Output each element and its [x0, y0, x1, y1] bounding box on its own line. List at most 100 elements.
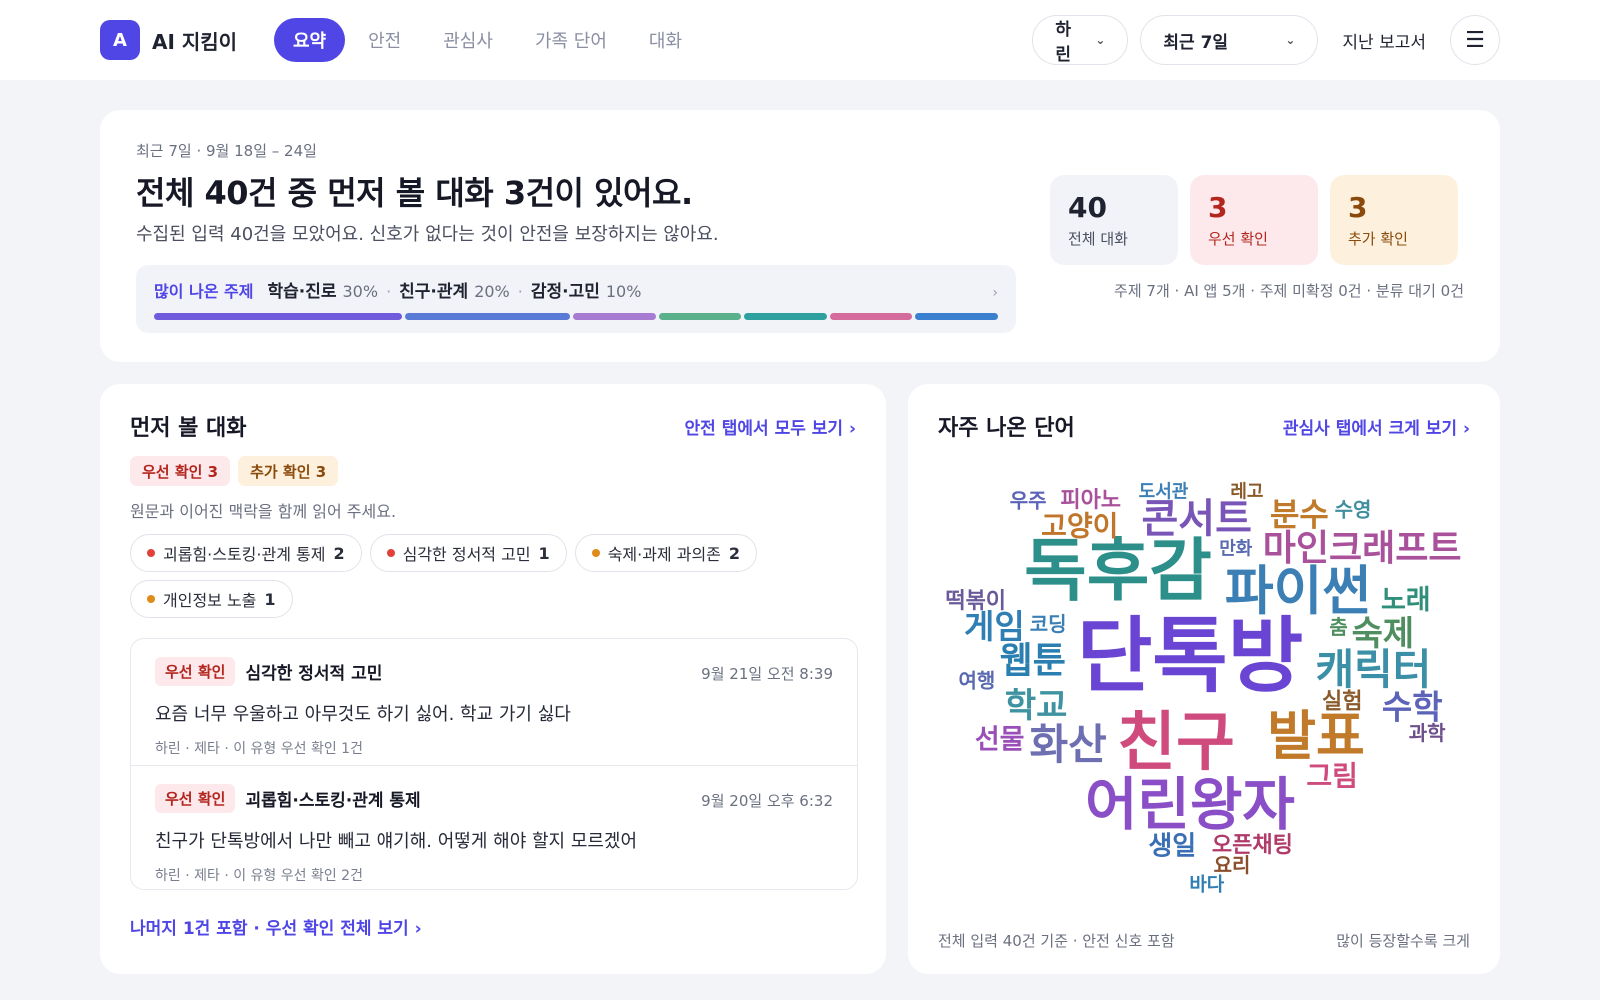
- category-chip[interactable]: 괴롭힘·스토킹·관계 통제 2: [130, 534, 362, 572]
- chip-label: 괴롭힘·스토킹·관계 통제: [163, 545, 326, 564]
- category-chip[interactable]: 심각한 정서적 고민 1: [369, 534, 567, 572]
- view-interests-link[interactable]: 관심사 탭에서 크게 보기 ›: [1283, 414, 1470, 439]
- period-select-value: 최근 7일: [1163, 32, 1229, 53]
- top-topics-panel[interactable]: 많이 나온 주제 학습·진로 30% · 친구·관계 20% · 감정·고민 1…: [136, 265, 1016, 333]
- header-controls: 하린 ⌄ 최근 7일 ⌄ 지난 보고서 ☰: [1032, 15, 1500, 65]
- cloud-word[interactable]: 단톡방: [1077, 609, 1303, 704]
- cloud-word[interactable]: 노래: [1381, 585, 1431, 616]
- view-all-safety-link[interactable]: 안전 탭에서 모두 보기 ›: [685, 414, 856, 439]
- separator: ·: [517, 282, 523, 301]
- topic-name: 감정·고민: [530, 282, 600, 302]
- separator: ·: [386, 282, 392, 301]
- priority-conversations-card: 먼저 볼 대화 안전 탭에서 모두 보기 › 우선 확인 3 추가 확인 3 원…: [100, 384, 886, 974]
- app-name: AI 지킴이: [152, 29, 238, 54]
- topic-bar-segment: [154, 313, 402, 320]
- cloud-word[interactable]: 생일: [1148, 831, 1196, 861]
- word-cloud[interactable]: 단톡방독후감친구어린왕자파이썬발표캐릭터화산콘서트마인크래프트웹툰학교숙제수학게…: [928, 479, 1480, 899]
- cloud-word[interactable]: 도서관: [1139, 482, 1189, 503]
- status-dot-icon: [386, 549, 395, 557]
- topic-bar-segment: [829, 313, 913, 320]
- stat-total[interactable]: 40 전체 대화: [1050, 175, 1178, 265]
- tab-family-words[interactable]: 가족 단어: [516, 18, 626, 62]
- chevron-right-icon: ›: [848, 419, 856, 439]
- cloud-word[interactable]: 과학: [1409, 721, 1446, 745]
- cloud-word[interactable]: 레고: [1230, 482, 1263, 503]
- view-all-priority-link[interactable]: 나머지 1건 포함 · 우선 확인 전체 보기 ›: [130, 914, 422, 939]
- topic-bar-segment: [404, 313, 570, 320]
- cloud-word[interactable]: 여행: [958, 669, 995, 693]
- cloud-word[interactable]: 피아노: [1060, 488, 1121, 513]
- cloud-word[interactable]: 우주: [1010, 489, 1047, 513]
- stat-extra-label: 추가 확인: [1348, 230, 1408, 248]
- top-topics-label: 많이 나온 주제: [154, 282, 254, 301]
- category-chips: 괴롭힘·스토킹·관계 통제 2 심각한 정서적 고민 1 숙제·과제 과의존 2…: [130, 534, 850, 618]
- cloud-word[interactable]: 마인크래프트: [1263, 528, 1462, 569]
- period-select[interactable]: 최근 7일 ⌄: [1140, 15, 1319, 65]
- cloud-word[interactable]: 코딩: [1030, 612, 1067, 636]
- cloud-word[interactable]: 어린왕자: [1085, 772, 1295, 838]
- chip-count: 1: [538, 543, 550, 563]
- cloud-word[interactable]: 콘서트: [1141, 496, 1251, 542]
- cloud-word[interactable]: 독후감: [1024, 532, 1212, 611]
- cloud-word[interactable]: 분수: [1270, 496, 1329, 534]
- topic-percent: 20%: [474, 282, 510, 301]
- stat-total-value: 40: [1068, 191, 1107, 224]
- cloud-word[interactable]: 숙제: [1352, 614, 1415, 654]
- chevron-right-icon: ›: [1462, 419, 1470, 439]
- cloud-footnote-scale: 많이 등장할수록 크게: [1336, 932, 1470, 950]
- summary-card: 최근 7일 · 9월 18일 – 24일 전체 40건 중 먼저 볼 대화 3건…: [100, 110, 1500, 362]
- chip-count: 1: [264, 589, 276, 609]
- conversation-meta: 하린 · 제타 · 이 유형 우선 확인 1건: [155, 741, 363, 757]
- conversation-text: 요즘 너무 우울하고 아무것도 하기 싫어. 학교 가기 싫다: [155, 704, 571, 725]
- conversation-category: 괴롭힘·스토킹·관계 통제: [245, 791, 421, 811]
- priority-count-badge: 우선 확인 3: [130, 456, 231, 486]
- cloud-word[interactable]: 선물: [975, 725, 1025, 756]
- cloud-word[interactable]: 떡볶이: [945, 589, 1006, 614]
- stat-extra[interactable]: 3 추가 확인: [1330, 175, 1458, 265]
- tab-conversations[interactable]: 대화: [630, 18, 701, 62]
- chip-label: 심각한 정서적 고민: [402, 545, 531, 564]
- chip-count: 2: [333, 543, 345, 563]
- status-dot-icon: [147, 549, 155, 557]
- cloud-word[interactable]: 발표: [1267, 706, 1365, 767]
- topic-name: 친구·관계: [399, 282, 469, 302]
- priority-badge: 우선 확인: [155, 657, 236, 686]
- tab-safety[interactable]: 안전: [349, 18, 420, 62]
- cloud-word[interactable]: 만화: [1219, 539, 1253, 560]
- view-interests-label: 관심사 탭에서 크게 보기: [1282, 419, 1458, 439]
- stat-priority[interactable]: 3 우선 확인: [1190, 175, 1318, 265]
- cloud-word[interactable]: 학교: [1005, 686, 1068, 726]
- topic-bar-segment: [573, 313, 656, 320]
- cloud-word[interactable]: 실험: [1322, 689, 1362, 715]
- stat-priority-value: 3: [1208, 191, 1228, 224]
- category-chip[interactable]: 개인정보 노출 1: [130, 580, 293, 618]
- child-select[interactable]: 하린 ⌄: [1032, 15, 1129, 65]
- cloud-word[interactable]: 바다: [1189, 874, 1224, 896]
- category-chip[interactable]: 숙제·과제 과의존 2: [574, 534, 758, 572]
- cloud-word[interactable]: 고양이: [1041, 509, 1118, 542]
- view-all-safety-label: 안전 탭에서 모두 보기: [684, 419, 844, 439]
- conversation-category: 심각한 정서적 고민: [245, 664, 383, 684]
- stat-extra-value: 3: [1348, 191, 1368, 224]
- stat-total-label: 전체 대화: [1068, 230, 1128, 248]
- cloud-word[interactable]: 웹툰: [1000, 641, 1066, 682]
- app-logo[interactable]: A AI 지킴이: [100, 20, 237, 60]
- cloud-word[interactable]: 그림: [1306, 760, 1358, 793]
- topic-percent: 30%: [342, 282, 379, 301]
- cloud-word[interactable]: 화산: [1029, 720, 1106, 769]
- cloud-word[interactable]: 춤: [1329, 615, 1347, 639]
- cloud-word[interactable]: 수영: [1335, 498, 1372, 522]
- past-reports-link[interactable]: 지난 보고서: [1330, 28, 1438, 53]
- conversation-item[interactable]: 우선 확인 심각한 정서적 고민 9월 21일 오전 8:39 요즘 너무 우울…: [131, 639, 857, 765]
- top-topics-line: 많이 나온 주제 학습·진로 30% · 친구·관계 20% · 감정·고민 1…: [154, 277, 641, 302]
- stat-priority-label: 우선 확인: [1208, 230, 1268, 248]
- conversation-item[interactable]: 우선 확인 괴롭힘·스토킹·관계 통제 9월 20일 오후 6:32 친구가 단…: [131, 765, 857, 889]
- tab-interests[interactable]: 관심사: [424, 18, 512, 62]
- chevron-down-icon: ⌄: [1285, 33, 1296, 47]
- cloud-word[interactable]: 친구: [1117, 706, 1235, 780]
- hamburger-icon[interactable]: ☰: [1450, 15, 1500, 65]
- topic-percent: 10%: [605, 282, 642, 301]
- summary-stats: 40 전체 대화 3 우선 확인 3 추가 확인: [1050, 175, 1458, 265]
- tab-summary[interactable]: 요약: [274, 18, 346, 62]
- cloud-word[interactable]: 파이썬: [1225, 561, 1371, 622]
